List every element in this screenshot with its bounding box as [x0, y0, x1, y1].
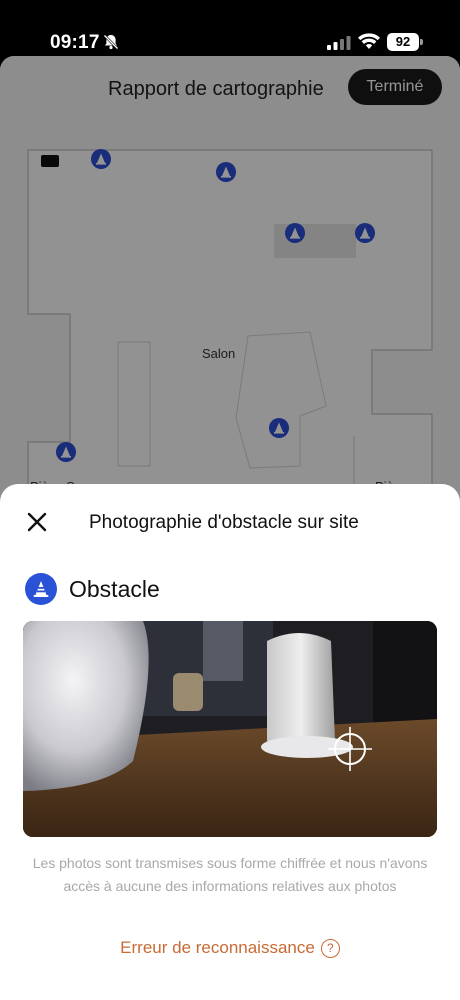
page-title: Rapport de cartographie — [108, 78, 324, 100]
privacy-notice: Les photos sont transmises sous forme ch… — [32, 855, 428, 894]
charging-dock-icon — [41, 155, 59, 167]
traffic-cone-icon — [25, 573, 57, 605]
close-icon[interactable] — [26, 511, 48, 533]
obstacle-photo-sheet: Photographie d'obstacle sur site Obstacl… — [0, 484, 460, 1000]
recognition-error-label[interactable]: Erreur de reconnaissance — [120, 938, 315, 957]
wifi-icon — [358, 33, 380, 49]
room-label-salon: Salon — [202, 346, 236, 361]
obstacle-pin[interactable] — [285, 223, 305, 243]
obstacle-pin[interactable] — [56, 442, 76, 462]
status-bar: 09:17 92 — [0, 0, 460, 60]
battery-icon: 92 — [387, 33, 423, 51]
battery-level: 92 — [387, 33, 419, 51]
sheet-title: Photographie d'obstacle sur site — [89, 512, 359, 533]
obstacle-photo[interactable] — [23, 621, 437, 837]
question-circle-icon[interactable]: ? — [320, 939, 340, 958]
obstacle-label: Obstacle — [69, 576, 160, 602]
done-button[interactable]: Terminé — [348, 69, 442, 105]
bell-slash-icon — [103, 34, 119, 50]
obstacle-pin[interactable] — [91, 149, 111, 169]
signal-icon — [327, 36, 351, 50]
obstacle-pin[interactable] — [269, 418, 289, 438]
status-time: 09:17 — [50, 32, 100, 53]
recognition-error-link[interactable]: Erreur de reconnaissance? — [0, 938, 460, 958]
obstacle-pin[interactable] — [355, 223, 375, 243]
obstacle-pin[interactable] — [216, 162, 236, 182]
